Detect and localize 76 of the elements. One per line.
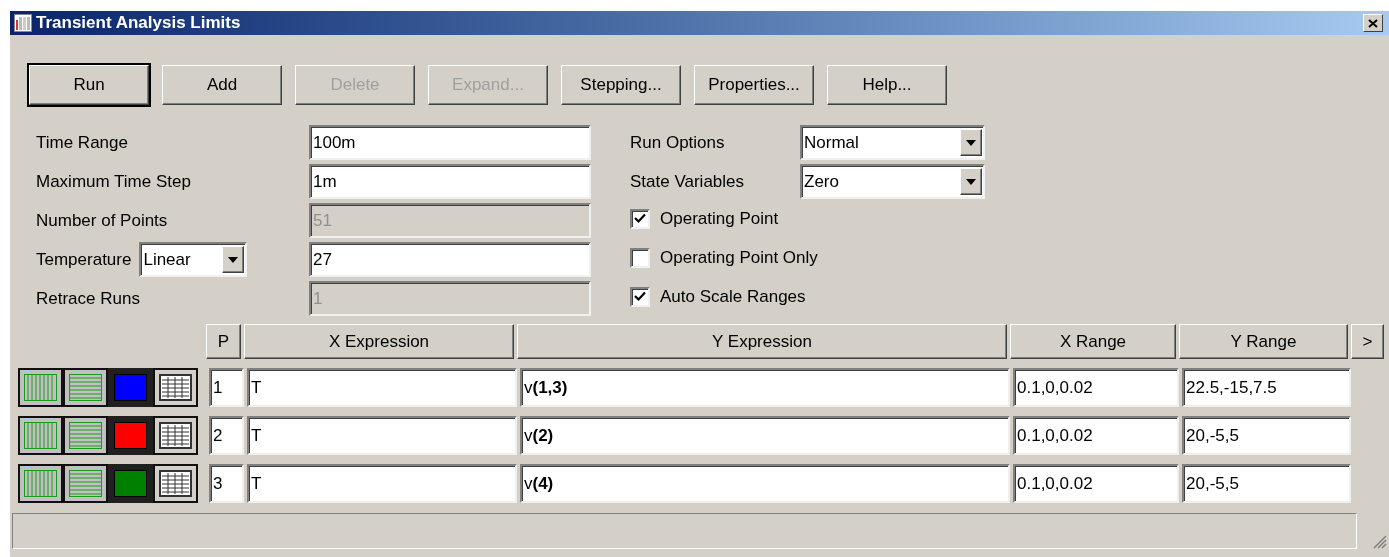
- vertical-grid-icon: [24, 374, 57, 401]
- toolbar-button[interactable]: Stepping...: [561, 65, 681, 105]
- vertical-grid-toggle[interactable]: [18, 416, 63, 455]
- toolbar-button[interactable]: Properties...: [694, 65, 814, 105]
- table-toggle[interactable]: [153, 416, 198, 455]
- column-header[interactable]: X Expression: [244, 324, 514, 359]
- column-header[interactable]: P: [206, 324, 241, 359]
- cell-field[interactable]: 0.1,0,0.02: [1013, 464, 1179, 503]
- cell-field[interactable]: T: [247, 464, 517, 503]
- column-header[interactable]: Y Expression: [517, 324, 1007, 359]
- checkbox[interactable]: [630, 208, 650, 229]
- field-label: Time Range: [36, 131, 128, 154]
- option-label: State Variables: [630, 170, 746, 193]
- table-toggle[interactable]: [153, 368, 198, 407]
- horizontal-grid-icon: [69, 374, 102, 401]
- resize-grip-icon[interactable]: [1371, 533, 1387, 549]
- field-label: Maximum Time Step: [36, 170, 191, 193]
- input-field[interactable]: 1m: [309, 164, 591, 199]
- mode-dropdown[interactable]: Linear: [139, 242, 248, 277]
- close-icon: [1368, 18, 1378, 28]
- cell-field[interactable]: 22.5,-15,7.5: [1182, 368, 1351, 407]
- horizontal-grid-icon: [69, 470, 102, 497]
- cell-field[interactable]: 0.1,0,0.02: [1013, 368, 1179, 407]
- checkbox-label: Operating Point Only: [660, 246, 818, 269]
- color-swatch[interactable]: [108, 464, 153, 503]
- cell-field[interactable]: T: [247, 416, 517, 455]
- table-toggle[interactable]: [153, 464, 198, 503]
- cell-field[interactable]: v(2): [520, 416, 1010, 455]
- cell-field[interactable]: 3: [209, 464, 244, 503]
- horizontal-grid-icon: [69, 422, 102, 449]
- checkmark-icon: [634, 213, 646, 224]
- toolbar-button[interactable]: Add: [162, 65, 282, 105]
- input-field[interactable]: 100m: [309, 125, 591, 160]
- cell-field[interactable]: 1: [209, 368, 244, 407]
- checkbox-label: Operating Point: [660, 207, 779, 230]
- checkbox-label: Auto Scale Ranges: [660, 285, 806, 308]
- option-dropdown[interactable]: Normal: [800, 125, 985, 160]
- close-button[interactable]: [1363, 14, 1383, 32]
- table-icon: [159, 470, 192, 497]
- cell-field[interactable]: 20,-5,5: [1182, 416, 1351, 455]
- column-header[interactable]: X Range: [1010, 324, 1176, 359]
- cell-field[interactable]: 0.1,0,0.02: [1013, 416, 1179, 455]
- option-label: Run Options: [630, 131, 726, 154]
- cell-field[interactable]: 2: [209, 416, 244, 455]
- input-field[interactable]: 27: [309, 242, 591, 277]
- table-icon: [159, 374, 192, 401]
- table-icon: [159, 422, 192, 449]
- dropdown-arrow-icon: [966, 178, 976, 185]
- color-swatch[interactable]: [108, 416, 153, 455]
- color-swatch[interactable]: [108, 368, 153, 407]
- window-title: Transient Analysis Limits: [36, 12, 242, 35]
- column-header[interactable]: Y Range: [1179, 324, 1348, 359]
- field-label: Retrace Runs: [36, 287, 140, 310]
- cell-field[interactable]: T: [247, 368, 517, 407]
- cell-field[interactable]: 20,-5,5: [1182, 464, 1351, 503]
- toolbar-button[interactable]: Run: [29, 65, 149, 105]
- cell-field[interactable]: v(1,3): [520, 368, 1010, 407]
- option-dropdown[interactable]: Zero: [800, 164, 985, 199]
- horizontal-grid-toggle[interactable]: [63, 368, 108, 407]
- vertical-grid-toggle[interactable]: [18, 368, 63, 407]
- dropdown-arrow-icon: [966, 139, 976, 146]
- vertical-grid-icon: [24, 470, 57, 497]
- vertical-grid-toggle[interactable]: [18, 464, 63, 503]
- vertical-grid-icon: [24, 422, 57, 449]
- dropdown-arrow-icon: [228, 256, 239, 263]
- horizontal-grid-toggle[interactable]: [63, 416, 108, 455]
- cell-field[interactable]: v(4): [520, 464, 1010, 503]
- horizontal-grid-toggle[interactable]: [63, 464, 108, 503]
- scroll-right-button[interactable]: >: [1351, 324, 1384, 359]
- checkbox[interactable]: [630, 286, 650, 307]
- checkbox[interactable]: [630, 247, 650, 268]
- toolbar-button[interactable]: Help...: [827, 65, 947, 105]
- app-icon: [14, 14, 32, 32]
- field-label: Number of Points: [36, 209, 168, 232]
- field-label: Temperature: [36, 248, 132, 271]
- checkmark-icon: [634, 291, 646, 302]
